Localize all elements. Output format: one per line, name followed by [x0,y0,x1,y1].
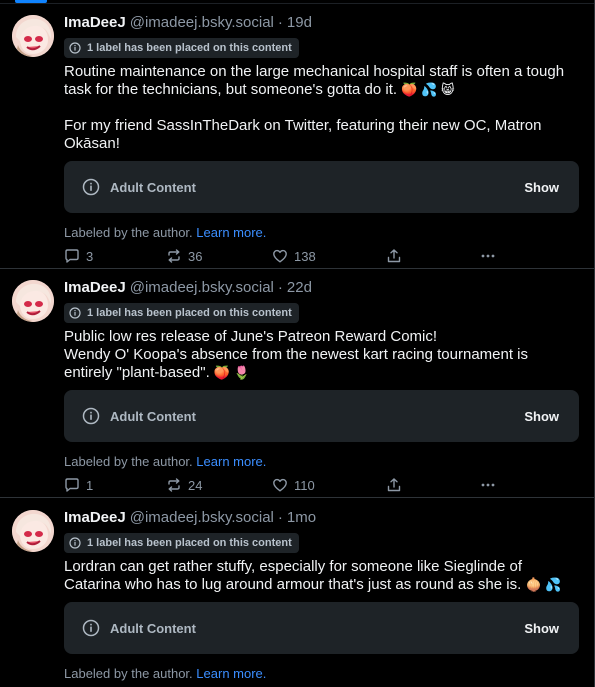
like-button[interactable]: 110 [272,477,315,493]
labeled-by-text: Labeled by the author. [64,666,193,681]
post-1[interactable]: ImaDeeJ @imadeej.bsky.social · 19d 1 lab… [0,4,594,270]
like-count: 138 [294,248,316,264]
info-icon [82,619,100,637]
info-icon [69,537,81,549]
repost-icon [168,249,180,263]
label-notice[interactable]: 1 label has been placed on this content [64,303,299,323]
info-icon [82,178,100,196]
content-warning: Adult Content Show [64,390,579,442]
post-actions: 3 36 138 [64,248,579,270]
label-notice-text: 1 label has been placed on this content [87,537,292,549]
post-emojis: 🍑 🌷 [213,365,250,380]
content-warning-label: Adult Content [110,408,196,424]
avatar[interactable] [12,510,54,552]
info-icon [69,42,81,54]
label-notice-text: 1 label has been placed on this content [87,42,292,54]
reply-icon [65,249,79,263]
timestamp[interactable]: 22d [287,279,312,296]
learn-more-link[interactable]: Learn more. [196,454,266,469]
content-warning-label: Adult Content [110,179,196,195]
content-warning-label: Adult Content [110,620,196,636]
learn-more-link[interactable]: Learn more. [196,225,266,240]
info-icon [69,307,81,319]
display-name[interactable]: ImaDeeJ [64,509,126,526]
post-meta: ImaDeeJ @imadeej.bsky.social · 22d [64,279,579,299]
repost-count: 24 [188,477,203,493]
post-3[interactable]: ImaDeeJ @imadeej.bsky.social · 1mo 1 lab… [0,499,594,687]
post-text: Lordran can get rather stuffy, especiall… [64,558,579,594]
display-name[interactable]: ImaDeeJ [64,279,126,296]
handle[interactable]: @imadeej.bsky.social [130,279,274,296]
handle[interactable]: @imadeej.bsky.social [130,509,274,526]
label-notice[interactable]: 1 label has been placed on this content [64,533,299,553]
reply-icon [65,478,79,492]
labeled-by-note: Labeled by the author. Learn more. [64,454,579,469]
like-count: 110 [294,477,315,493]
repost-icon [168,478,180,492]
reply-button[interactable]: 3 [64,248,93,264]
info-icon [82,407,100,425]
share-icon [387,478,401,492]
post-emojis: 🍑 💦 😸 [401,82,455,97]
repost-count: 36 [188,248,203,264]
post-text-line: Public low res release of June's Patreon… [64,328,529,381]
reply-count: 1 [86,477,94,493]
post-text-line: Lordran can get rather stuffy, especiall… [64,558,527,593]
share-button[interactable] [386,477,408,493]
post-feed: ImaDeeJ @imadeej.bsky.social · 19d 1 lab… [0,0,595,687]
post-meta: ImaDeeJ @imadeej.bsky.social · 19d [64,14,579,34]
timestamp[interactable]: 19d [287,14,312,31]
timestamp[interactable]: 1mo [287,509,316,526]
repost-button[interactable]: 36 [166,248,202,264]
more-button[interactable] [480,477,502,493]
heart-icon [273,249,287,263]
show-button[interactable]: Show [524,180,559,195]
post-text: Routine maintenance on the large mechani… [64,63,579,153]
avatar[interactable] [12,15,54,57]
reply-count: 3 [86,248,94,264]
label-notice[interactable]: 1 label has been placed on this content [64,38,299,58]
like-button[interactable]: 138 [272,248,316,264]
post-actions: 1 24 110 [64,477,579,499]
handle[interactable]: @imadeej.bsky.social [130,14,274,31]
labeled-by-note: Labeled by the author. Learn more. [64,666,579,681]
labeled-by-note: Labeled by the author. Learn more. [64,225,579,240]
show-button[interactable]: Show [524,409,559,424]
labeled-by-text: Labeled by the author. [64,454,193,469]
share-icon [387,249,401,263]
post-text-line: Routine maintenance on the large mechani… [64,63,569,98]
content-warning: Adult Content Show [64,602,579,654]
more-button[interactable] [480,248,502,264]
more-icon [481,254,495,258]
heart-icon [273,478,287,492]
repost-button[interactable]: 24 [166,477,202,493]
separator: · [277,509,283,526]
post-2[interactable]: ImaDeeJ @imadeej.bsky.social · 22d 1 lab… [0,269,594,499]
separator: · [277,279,283,296]
label-notice-text: 1 label has been placed on this content [87,307,292,319]
reply-button[interactable]: 1 [64,477,93,493]
show-button[interactable]: Show [524,621,559,636]
content-warning: Adult Content Show [64,161,579,213]
learn-more-link[interactable]: Learn more. [196,666,266,681]
share-button[interactable] [386,248,408,264]
post-emojis: 🧅 💦 [525,577,562,592]
separator: · [277,14,283,31]
post-text: Public low res release of June's Patreon… [64,328,579,382]
post-meta: ImaDeeJ @imadeej.bsky.social · 1mo [64,509,579,529]
display-name[interactable]: ImaDeeJ [64,14,126,31]
more-icon [481,483,495,487]
labeled-by-text: Labeled by the author. [64,225,193,240]
avatar[interactable] [12,280,54,322]
post-text-line: For my friend SassInTheDark on Twitter, … [64,117,546,152]
